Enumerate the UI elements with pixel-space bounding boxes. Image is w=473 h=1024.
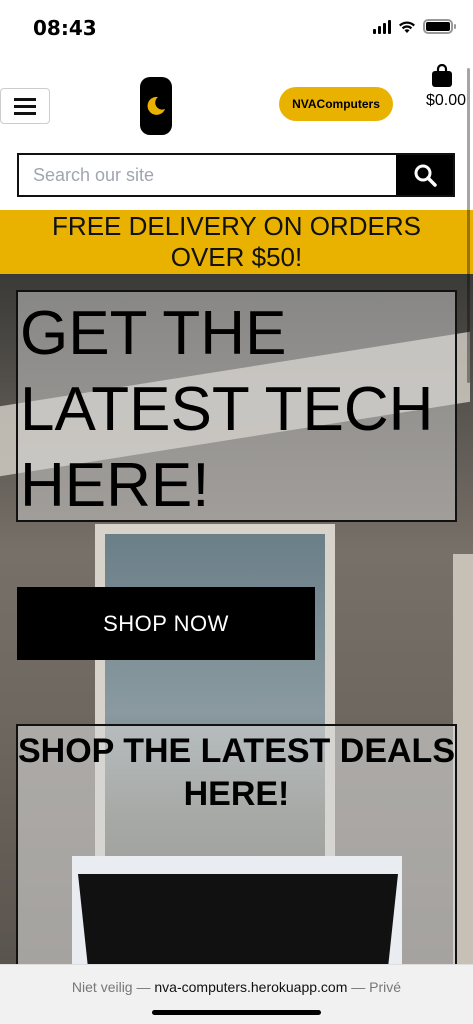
hero-title: GET THE LATEST TECH HERE! xyxy=(20,299,434,520)
monitor-product-shape xyxy=(78,874,398,964)
search-bar xyxy=(17,153,455,197)
shopping-bag-icon xyxy=(432,64,452,87)
search-icon xyxy=(414,164,437,187)
deals-title: SHOP THE LATEST DEALS HERE! xyxy=(18,732,456,813)
shop-now-button[interactable]: SHOP NOW xyxy=(17,587,315,660)
promo-banner: FREE DELIVERY ON ORDERS OVER $50! xyxy=(0,210,473,274)
search-input[interactable] xyxy=(19,155,396,195)
hero-section: GET THE LATEST TECH HERE! SHOP NOW SHOP … xyxy=(0,274,473,964)
page-scrollbar[interactable] xyxy=(467,68,470,383)
site-header: NVAComputers $0.00 xyxy=(0,58,473,152)
status-time: 08:43 xyxy=(33,16,97,40)
status-icons xyxy=(373,19,456,34)
site-logo[interactable] xyxy=(140,77,172,135)
security-label: Niet veilig xyxy=(71,979,133,995)
cart-total: $0.00 xyxy=(425,92,466,109)
browser-address-text: Niet veilig — nva-computers.herokuapp.co… xyxy=(71,979,402,995)
menu-button[interactable] xyxy=(0,88,50,124)
cellular-signal-icon xyxy=(373,19,391,34)
cart-button[interactable]: $0.00 xyxy=(418,64,466,110)
home-indicator[interactable] xyxy=(152,1010,321,1015)
browser-address-bar[interactable]: Niet veilig — nva-computers.herokuapp.co… xyxy=(0,964,473,1024)
deals-section: SHOP THE LATEST DEALS HERE! xyxy=(16,724,457,964)
hero-title-box: GET THE LATEST TECH HERE! xyxy=(16,290,457,522)
search-button[interactable] xyxy=(396,155,453,195)
hamburger-icon xyxy=(14,97,36,101)
battery-icon xyxy=(423,19,456,34)
wifi-icon xyxy=(399,20,415,33)
url-label: nva-computers.herokuapp.com xyxy=(154,979,348,995)
status-bar: 08:43 xyxy=(0,0,473,58)
moon-logo-icon xyxy=(147,96,165,115)
private-mode-label: Privé xyxy=(369,979,402,995)
brand-name-badge[interactable]: NVAComputers xyxy=(279,87,393,121)
deal-product-image[interactable] xyxy=(72,856,402,964)
